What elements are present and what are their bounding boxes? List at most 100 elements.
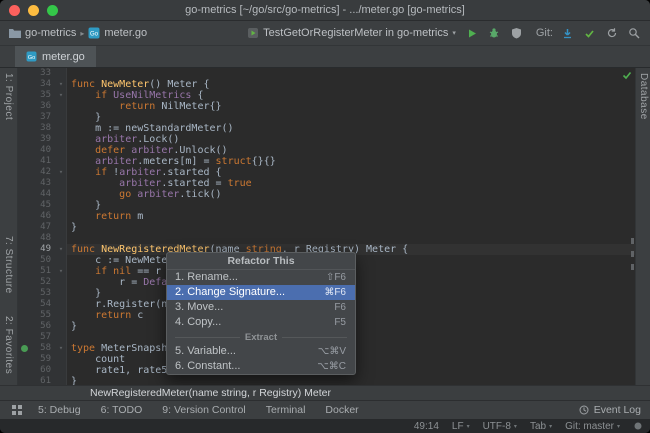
code-text[interactable]: go arbiter.tick() <box>67 189 635 200</box>
code-line[interactable]: 35▾ if UseNilMetrics { <box>18 90 635 101</box>
line-number[interactable]: 45 <box>18 200 56 211</box>
line-number[interactable]: 53 <box>18 288 56 299</box>
code-text[interactable]: return NilMeter{} <box>67 101 635 112</box>
line-number[interactable]: 57 <box>18 332 56 343</box>
line-number[interactable]: 44 <box>18 189 56 200</box>
refactor-menu-item[interactable]: 2. Change Signature...⌘F6 <box>167 285 355 300</box>
line-number[interactable]: 40 <box>18 145 56 156</box>
status-widget[interactable]: Tab▾ <box>530 421 552 432</box>
line-number[interactable]: 60 <box>18 365 56 376</box>
fold-marker[interactable]: ▾ <box>56 244 67 255</box>
line-number[interactable]: 46 <box>18 211 56 222</box>
code-line[interactable]: 43 arbiter.started = true <box>18 178 635 189</box>
hector-icon[interactable] <box>633 421 643 431</box>
code-line[interactable]: 33 <box>18 68 635 79</box>
status-widget[interactable]: 49:14 <box>414 421 439 432</box>
fold-marker[interactable]: ▾ <box>56 266 67 277</box>
breadcrumb-file[interactable]: meter.go <box>104 27 147 39</box>
code-text[interactable]: if !arbiter.started { <box>67 167 635 178</box>
editor[interactable]: 3334▾func NewMeter() Meter {35▾ if UseNi… <box>18 68 635 385</box>
tool-window-button[interactable]: Database <box>638 73 649 120</box>
code-line[interactable]: 46 return m <box>18 211 635 222</box>
line-number[interactable]: 59 <box>18 354 56 365</box>
rollback-button[interactable] <box>604 26 619 41</box>
line-number[interactable]: 61 <box>18 376 56 385</box>
implementation-marker-icon[interactable] <box>21 345 28 352</box>
fold-marker[interactable]: ▾ <box>56 90 67 101</box>
tool-window-button[interactable]: 9: Version Control <box>162 404 245 416</box>
line-number[interactable]: 47 <box>18 222 56 233</box>
minimize-window-button[interactable] <box>28 5 39 16</box>
code-text[interactable]: func NewMeter() Meter { <box>67 79 635 90</box>
line-number[interactable]: 36 <box>18 101 56 112</box>
line-number[interactable]: 34 <box>18 79 56 90</box>
line-number[interactable]: 39 <box>18 134 56 145</box>
code-text[interactable] <box>67 233 635 244</box>
line-number[interactable]: 48 <box>18 233 56 244</box>
code-line[interactable]: 48 <box>18 233 635 244</box>
code-text[interactable]: } <box>67 376 635 385</box>
line-number[interactable]: 38 <box>18 123 56 134</box>
line-number[interactable]: 56 <box>18 321 56 332</box>
code-text[interactable]: arbiter.started = true <box>67 178 635 189</box>
code-line[interactable]: 36 return NilMeter{} <box>18 101 635 112</box>
toolwindow-switcher-icon[interactable] <box>9 403 24 418</box>
tool-window-button[interactable]: 5: Debug <box>38 404 81 416</box>
refactor-menu-item[interactable]: 3. Move...F6 <box>167 300 355 315</box>
code-text[interactable] <box>67 68 635 79</box>
line-number[interactable]: 58 <box>18 343 56 354</box>
refactor-menu-item[interactable]: 6. Constant...⌥⌘C <box>167 359 355 374</box>
fold-marker[interactable]: ▾ <box>56 343 67 354</box>
code-text[interactable]: arbiter.meters[m] = struct{}{} <box>67 156 635 167</box>
inspections-ok-icon[interactable] <box>622 70 632 83</box>
code-text[interactable]: } <box>67 222 635 233</box>
line-number[interactable]: 42 <box>18 167 56 178</box>
run-button[interactable] <box>465 26 480 41</box>
git-commit-button[interactable] <box>582 26 597 41</box>
tool-window-button[interactable]: 7: Structure <box>3 236 14 294</box>
tool-window-button[interactable]: 6: TODO <box>101 404 143 416</box>
coverage-button[interactable] <box>509 26 524 41</box>
line-number[interactable]: 33 <box>18 68 56 79</box>
code-line[interactable]: 45 } <box>18 200 635 211</box>
search-everywhere-button[interactable] <box>626 26 641 41</box>
code-line[interactable]: 38 m := newStandardMeter() <box>18 123 635 134</box>
status-widget[interactable]: Git: master▾ <box>565 421 620 432</box>
code-line[interactable]: 41 arbiter.meters[m] = struct{}{} <box>18 156 635 167</box>
code-text[interactable]: } <box>67 112 635 123</box>
line-number[interactable]: 50 <box>18 255 56 266</box>
code-line[interactable]: 61} <box>18 376 635 385</box>
status-widget[interactable]: UTF-8▾ <box>483 421 517 432</box>
run-config-selector[interactable]: TestGetOrRegisterMeter in go-metrics ▾ <box>247 27 456 39</box>
tool-window-button[interactable]: 2: Favorites <box>3 316 14 374</box>
tab-meter-go[interactable]: Go meter.go <box>15 46 96 67</box>
close-window-button[interactable] <box>9 5 20 16</box>
code-line[interactable]: 42▾ if !arbiter.started { <box>18 167 635 178</box>
code-text[interactable]: m := newStandardMeter() <box>67 123 635 134</box>
line-number[interactable]: 52 <box>18 277 56 288</box>
line-number[interactable]: 55 <box>18 310 56 321</box>
code-text[interactable]: if UseNilMetrics { <box>67 90 635 101</box>
code-text[interactable]: } <box>67 200 635 211</box>
line-number[interactable]: 51 <box>18 266 56 277</box>
line-number[interactable]: 41 <box>18 156 56 167</box>
refactor-menu-item[interactable]: 5. Variable...⌥⌘V <box>167 344 355 359</box>
line-number[interactable]: 54 <box>18 299 56 310</box>
code-line[interactable]: 34▾func NewMeter() Meter { <box>18 79 635 90</box>
fold-marker[interactable]: ▾ <box>56 167 67 178</box>
line-number[interactable]: 35 <box>18 90 56 101</box>
line-number[interactable]: 43 <box>18 178 56 189</box>
refactor-menu-item[interactable]: 4. Copy...F5 <box>167 315 355 330</box>
breadcrumb-project[interactable]: go-metrics <box>25 27 76 39</box>
refactor-menu-item[interactable]: 1. Rename...⇧F6 <box>167 270 355 285</box>
code-line[interactable]: 39 arbiter.Lock() <box>18 134 635 145</box>
code-line[interactable]: 40 defer arbiter.Unlock() <box>18 145 635 156</box>
tool-window-button[interactable]: Terminal <box>266 404 306 416</box>
debug-button[interactable] <box>487 26 502 41</box>
tool-window-button[interactable]: Docker <box>325 404 358 416</box>
code-text[interactable]: arbiter.Lock() <box>67 134 635 145</box>
line-number[interactable]: 37 <box>18 112 56 123</box>
code-line[interactable]: 37 } <box>18 112 635 123</box>
git-update-button[interactable] <box>560 26 575 41</box>
code-text[interactable]: defer arbiter.Unlock() <box>67 145 635 156</box>
